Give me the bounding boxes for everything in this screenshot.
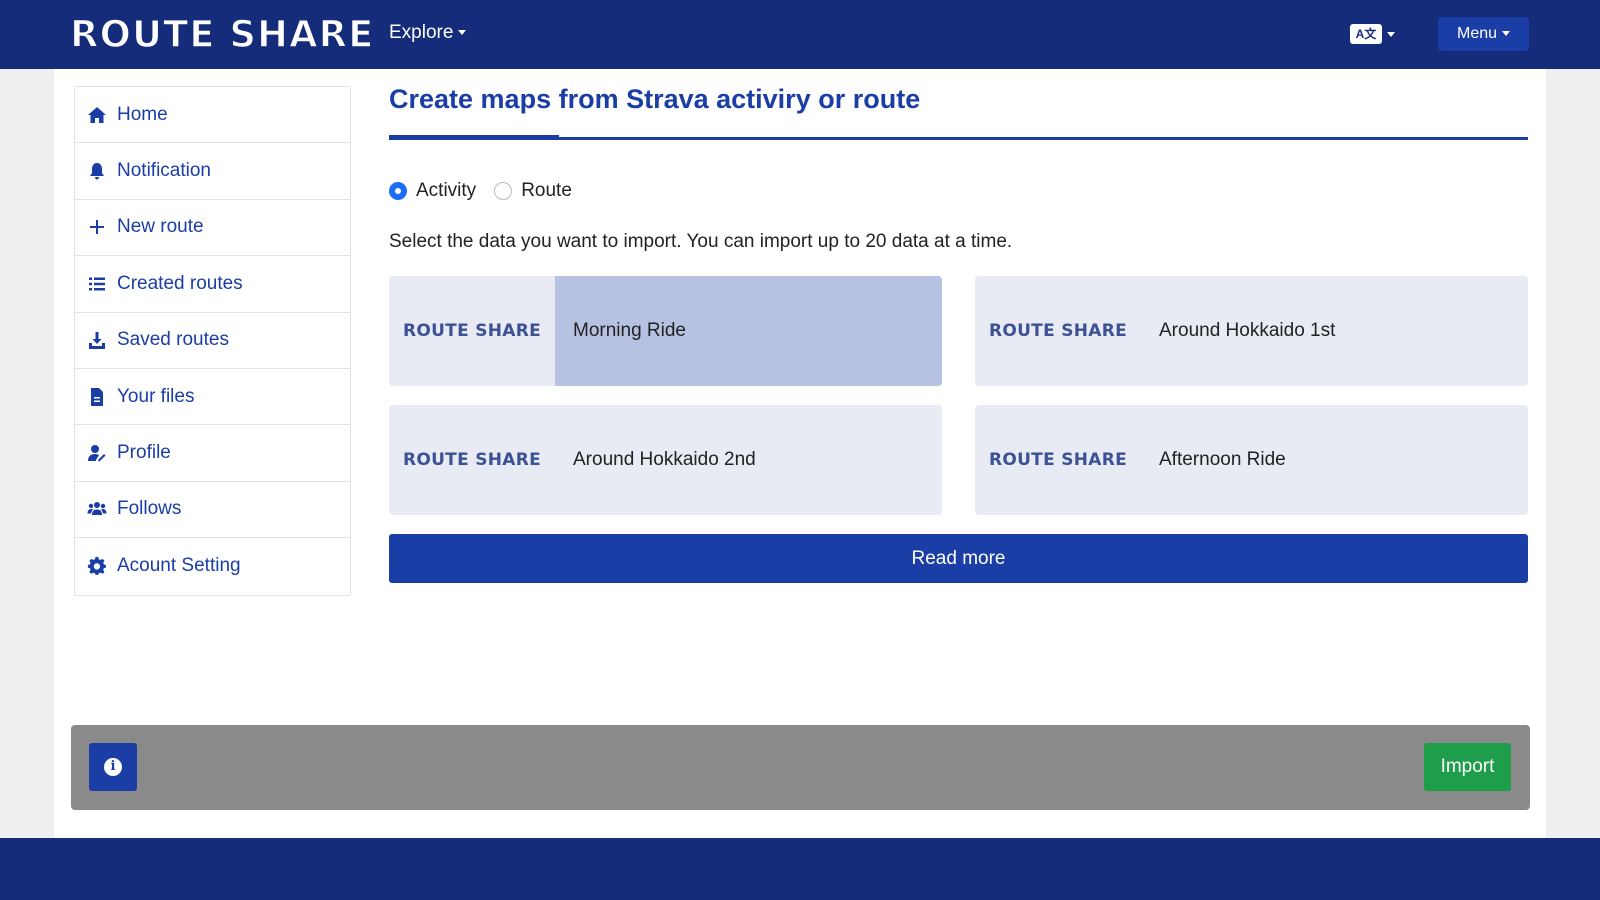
sidebar-item-label: Notification [117, 160, 211, 182]
action-bar: i Import [71, 725, 1530, 810]
chevron-down-icon [1502, 31, 1511, 37]
card-thumbnail: ROUTE SHARE [975, 276, 1141, 386]
menu-button[interactable]: Menu [1438, 17, 1529, 51]
read-more-button[interactable]: Read more [389, 534, 1528, 583]
site-logo[interactable]: ROUTE SHARE [69, 13, 374, 57]
import-button[interactable]: Import [1424, 743, 1511, 791]
activity-card[interactable]: ROUTE SHARE Afternoon Ride [975, 405, 1528, 515]
sidebar-item-notification[interactable]: Notification [75, 143, 350, 200]
list-icon [85, 273, 109, 295]
sidebar-item-new-route[interactable]: New route [75, 200, 350, 257]
chevron-down-icon [1387, 31, 1395, 37]
card-title: Around Hokkaido 2nd [573, 449, 756, 470]
thumbnail-logo: ROUTE SHARE [988, 321, 1128, 341]
sidebar: Home Notification New route Created rout… [74, 86, 351, 596]
sidebar-item-label: Acount Setting [117, 555, 241, 577]
activity-card[interactable]: ROUTE SHARE Around Hokkaido 1st [975, 276, 1528, 386]
card-title: Morning Ride [573, 320, 686, 341]
sidebar-item-account-setting[interactable]: Acount Setting [75, 538, 350, 594]
explore-label: Explore [389, 22, 454, 43]
thumbnail-logo: ROUTE SHARE [402, 321, 542, 341]
route-radio-label[interactable]: Route [521, 180, 572, 202]
language-dropdown[interactable]: A文 [1350, 24, 1395, 44]
info-icon: i [104, 758, 122, 776]
card-title: Afternoon Ride [1159, 449, 1286, 470]
info-button[interactable]: i [89, 743, 137, 791]
sidebar-item-label: Your files [117, 385, 195, 407]
card-thumbnail: ROUTE SHARE [389, 276, 555, 386]
sidebar-item-label: New route [117, 216, 204, 238]
download-icon [85, 329, 109, 351]
activity-card[interactable]: ROUTE SHARE Morning Ride [389, 276, 942, 386]
title-underline [389, 137, 1528, 140]
menu-label: Menu [1456, 25, 1498, 42]
activity-card[interactable]: ROUTE SHARE Around Hokkaido 2nd [389, 405, 942, 515]
home-icon [85, 104, 109, 126]
chevron-down-icon [458, 30, 467, 36]
file-icon [85, 386, 109, 408]
card-thumbnail: ROUTE SHARE [389, 405, 555, 515]
sidebar-item-profile[interactable]: Profile [75, 425, 350, 482]
sidebar-item-created-routes[interactable]: Created routes [75, 256, 350, 313]
card-thumbnail: ROUTE SHARE [975, 405, 1141, 515]
sidebar-item-home[interactable]: Home [75, 87, 350, 144]
bell-icon [85, 160, 109, 182]
sidebar-item-your-files[interactable]: Your files [75, 369, 350, 426]
page-footer [0, 838, 1600, 900]
users-icon [85, 498, 109, 520]
top-navbar: ROUTE SHARE Explore A文 Menu [0, 0, 1600, 69]
thumbnail-logo: ROUTE SHARE [988, 450, 1128, 470]
sidebar-item-label: Home [117, 103, 168, 125]
sidebar-item-label: Follows [117, 498, 182, 520]
plus-icon [85, 216, 109, 238]
activity-radio-label[interactable]: Activity [416, 180, 476, 202]
sidebar-item-label: Created routes [117, 272, 243, 294]
sidebar-item-label: Profile [117, 442, 171, 464]
user-edit-icon [85, 442, 109, 464]
thumbnail-logo: ROUTE SHARE [402, 450, 542, 470]
sidebar-item-saved-routes[interactable]: Saved routes [75, 313, 350, 369]
explore-dropdown[interactable]: Explore [389, 22, 467, 44]
activity-radio[interactable] [389, 182, 407, 200]
title-underline-accent [389, 135, 559, 140]
route-radio[interactable] [494, 182, 513, 200]
card-title: Around Hokkaido 1st [1159, 320, 1336, 341]
instruction-text: Select the data you want to import. You … [389, 231, 1013, 252]
import-type-radio-group: Activity Route [389, 180, 590, 202]
translate-icon: A文 [1350, 24, 1382, 44]
gear-icon [85, 555, 109, 577]
sidebar-item-label: Saved routes [117, 329, 229, 351]
page-title: Create maps from Strava activiry or rout… [389, 84, 921, 114]
sidebar-item-follows[interactable]: Follows [75, 482, 350, 539]
